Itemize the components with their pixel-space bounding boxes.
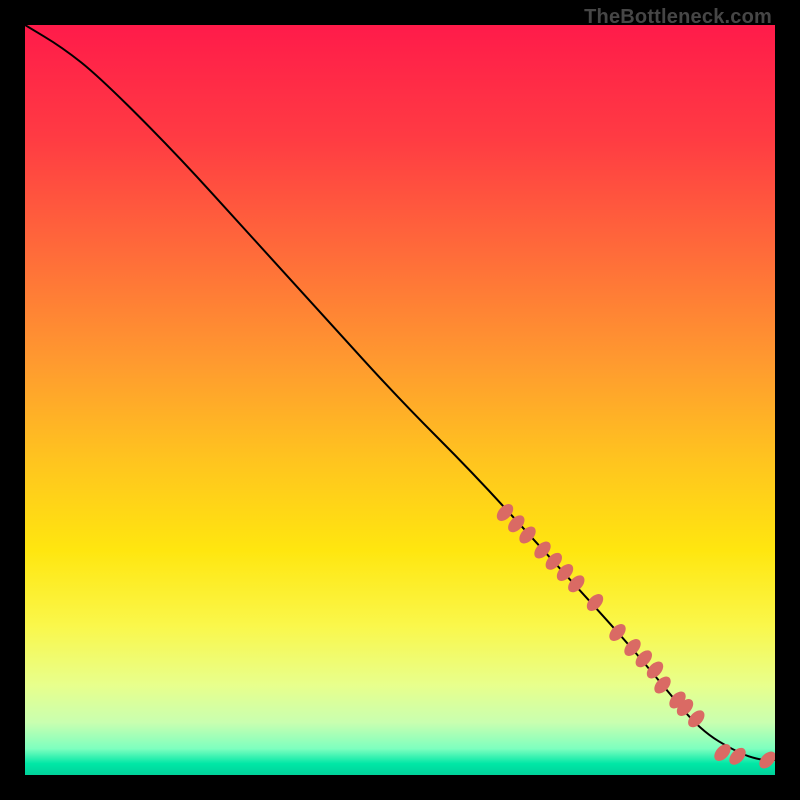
plot-area	[25, 25, 775, 775]
chart-stage: TheBottleneck.com	[0, 0, 800, 800]
attribution-watermark: TheBottleneck.com	[584, 6, 772, 29]
scatter-marker	[584, 591, 607, 614]
data-overlay	[25, 25, 775, 775]
bottleneck-curve	[25, 25, 775, 760]
